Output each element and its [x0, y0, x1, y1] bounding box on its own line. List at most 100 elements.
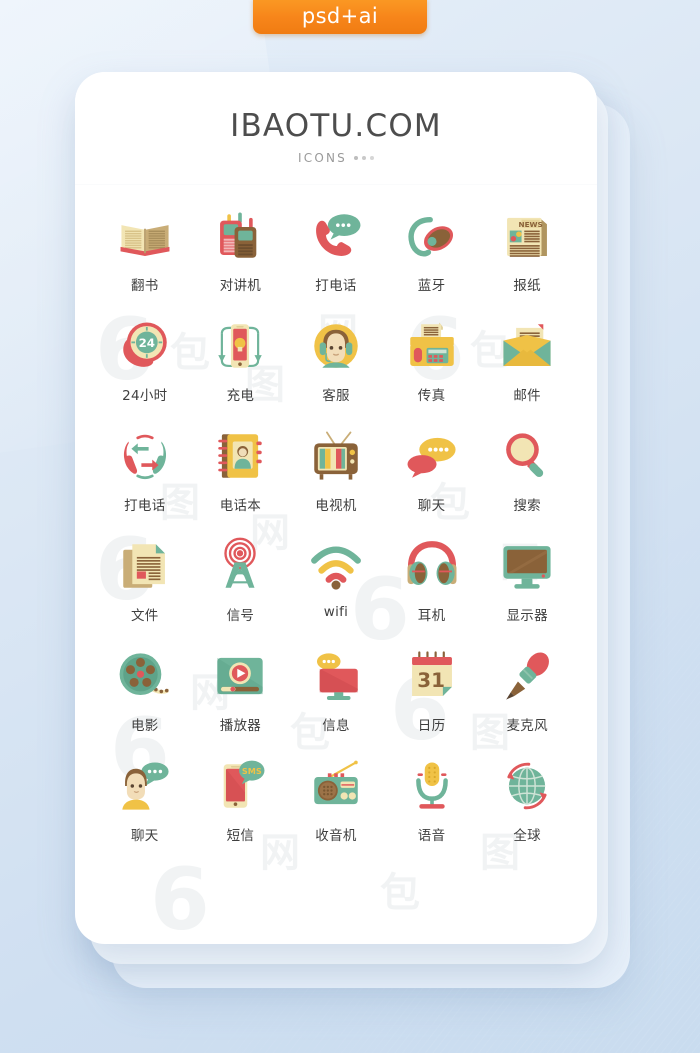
svg-text:24: 24 — [138, 336, 154, 350]
film-reel-icon — [111, 645, 179, 707]
icon-cell-customer-service[interactable]: 客服 — [288, 315, 384, 404]
icon-label: 翻书 — [130, 278, 159, 294]
icon-label: 蓝牙 — [417, 278, 446, 294]
microphone-handheld-icon — [493, 645, 561, 707]
icon-cell-phone-call[interactable]: 打电话 — [288, 205, 384, 294]
icon-cell-sms-phone[interactable]: SMS 短信 — [193, 755, 289, 844]
icon-label: 电影 — [130, 718, 159, 734]
card-header: IBAOTU.COM ICONS — [75, 72, 597, 185]
psd-ai-badge: psd+ai — [253, 0, 427, 34]
subtitle-text: ICONS — [298, 151, 347, 165]
icon-cell-radio[interactable]: 收音机 — [288, 755, 384, 844]
icon-cell-monitor-display[interactable]: 显示器 — [479, 535, 575, 624]
voice-mic-icon — [398, 755, 466, 817]
fax-machine-icon — [398, 315, 466, 377]
icon-label: 打电话 — [315, 278, 357, 294]
icon-label: 信息 — [322, 718, 350, 734]
icon-label: 文件 — [130, 608, 159, 624]
icon-label: 报纸 — [513, 278, 541, 294]
icon-set-card: 6包图网6包6图网6包图6网包6图6网包图 IBAOTU.COM ICONS 翻… — [75, 72, 597, 944]
newspaper-icon: NEWS — [493, 205, 561, 267]
mail-envelope-icon — [493, 315, 561, 377]
wifi-icon — [302, 535, 370, 597]
television-icon — [302, 425, 370, 487]
psd-ai-badge-label: psd+ai — [301, 4, 379, 28]
icon-cell-headphones[interactable]: 耳机 — [384, 535, 480, 624]
svg-text:SMS: SMS — [242, 766, 262, 776]
sms-phone-icon: SMS — [206, 755, 274, 817]
phone-call-icon — [302, 205, 370, 267]
icon-cell-person-chat[interactable]: 聊天 — [97, 755, 193, 844]
watermark-text: 6 — [150, 850, 210, 944]
dot-3-icon — [369, 156, 374, 160]
icon-cell-signal-tower[interactable]: 信号 — [193, 535, 289, 624]
icon-cell-search-magnifier[interactable]: 搜索 — [479, 425, 575, 514]
icon-cell-television[interactable]: 电视机 — [288, 425, 384, 514]
icon-label: 耳机 — [417, 608, 446, 624]
icon-cell-bluetooth-headset[interactable]: 蓝牙 — [384, 205, 480, 294]
dot-2-icon — [361, 156, 366, 160]
icon-cell-calendar[interactable]: 31 日历 — [384, 645, 480, 734]
icon-cell-document-file[interactable]: 文件 — [97, 535, 193, 624]
icon-label: 麦克风 — [506, 718, 548, 734]
icon-label: 对讲机 — [219, 278, 262, 294]
svg-text:31: 31 — [417, 669, 445, 692]
person-chat-icon — [111, 755, 179, 817]
search-magnifier-icon — [493, 425, 561, 487]
icon-label: 电视机 — [315, 498, 357, 514]
open-book-icon — [111, 205, 179, 267]
icon-label: 邮件 — [513, 388, 541, 404]
icon-cell-phone-book[interactable]: 电话本 — [193, 425, 289, 514]
dot-1-icon — [353, 156, 358, 160]
icon-label: 电话本 — [219, 498, 262, 514]
icon-cell-24-hours[interactable]: 24 24小时 — [97, 315, 193, 404]
icon-cell-media-player[interactable]: 播放器 — [193, 645, 289, 734]
bluetooth-headset-icon — [398, 205, 466, 267]
icon-label: 打电话 — [124, 498, 166, 514]
subtitle-dots — [353, 156, 374, 160]
icon-label: 播放器 — [219, 718, 262, 734]
icon-label: 收音机 — [315, 828, 357, 844]
globe-refresh-icon — [493, 755, 561, 817]
icon-label: 24小时 — [122, 388, 168, 404]
icon-label: 显示器 — [506, 608, 548, 624]
watermark-text: 包 — [380, 870, 423, 916]
icon-label: 信号 — [226, 608, 255, 624]
icon-label: 传真 — [417, 388, 446, 404]
page-title: IBAOTU.COM — [230, 108, 442, 144]
chat-bubbles-icon — [398, 425, 466, 487]
icon-label: 短信 — [226, 828, 255, 844]
icon-label: 搜索 — [513, 498, 541, 514]
icon-cell-chat-bubbles[interactable]: 聊天 — [384, 425, 480, 514]
icon-cell-mail-envelope[interactable]: 邮件 — [479, 315, 575, 404]
signal-tower-icon — [206, 535, 274, 597]
icon-cell-message-monitor[interactable]: 信息 — [288, 645, 384, 734]
icon-label: 客服 — [322, 388, 350, 404]
icon-cell-call-transfer[interactable]: 打电话 — [97, 425, 193, 514]
walkie-talkie-icon — [206, 205, 274, 267]
icon-label: 日历 — [417, 718, 446, 734]
icon-cell-newspaper[interactable]: NEWS 报纸 — [479, 205, 575, 294]
charging-phone-icon — [206, 315, 274, 377]
icon-cell-film-reel[interactable]: 电影 — [97, 645, 193, 734]
icon-cell-walkie-talkie[interactable]: 对讲机 — [193, 205, 289, 294]
document-file-icon — [111, 535, 179, 597]
icon-cell-open-book[interactable]: 翻书 — [97, 205, 193, 294]
svg-text:NEWS: NEWS — [519, 220, 543, 229]
icon-cell-wifi[interactable]: wifi — [288, 535, 384, 624]
monitor-display-icon — [493, 535, 561, 597]
icon-cell-voice-mic[interactable]: 语音 — [384, 755, 480, 844]
call-transfer-icon — [111, 425, 179, 487]
icon-cell-charging-phone[interactable]: 充电 — [193, 315, 289, 404]
24-hours-icon: 24 — [111, 315, 179, 377]
icon-grid: 翻书 对讲机 打电话 蓝牙 NEWS 报纸 24 24小时 充电 客服 传真 邮件 打电话 电话本 电视机聊… — [75, 185, 597, 844]
icon-label: 语音 — [417, 828, 446, 844]
icon-label: 聊天 — [417, 498, 446, 514]
icon-cell-microphone-handheld[interactable]: 麦克风 — [479, 645, 575, 734]
icon-cell-fax-machine[interactable]: 传真 — [384, 315, 480, 404]
message-monitor-icon — [302, 645, 370, 707]
media-player-icon — [206, 645, 274, 707]
phone-book-icon — [206, 425, 274, 487]
icon-cell-globe-refresh[interactable]: 全球 — [479, 755, 575, 844]
icon-label: wifi — [323, 604, 349, 620]
